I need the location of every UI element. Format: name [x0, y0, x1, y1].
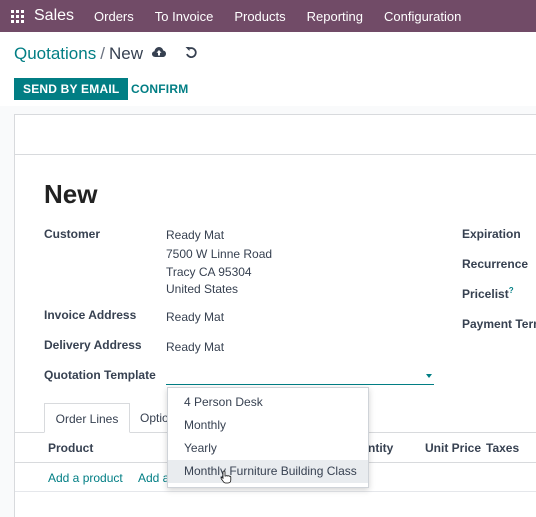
dropdown-caret-icon[interactable] [426, 374, 432, 378]
invoice-address-label: Invoice Address [44, 308, 137, 322]
menu-reporting[interactable]: Reporting [307, 9, 363, 24]
delivery-address-value[interactable]: Ready Mat [166, 340, 224, 354]
app-name[interactable]: Sales [34, 7, 74, 25]
discard-undo-icon[interactable] [184, 45, 198, 59]
breadcrumb-separator: / [100, 44, 105, 63]
customer-name[interactable]: Ready Mat [166, 228, 224, 242]
apps-grid-icon[interactable] [11, 9, 24, 23]
confirm-button[interactable]: CONFIRM [131, 78, 188, 100]
customer-address-line1: 7500 W Linne Road [166, 247, 273, 261]
cloud-upload-icon[interactable] [152, 46, 166, 58]
menu-orders[interactable]: Orders [94, 9, 134, 24]
menu-products[interactable]: Products [234, 9, 285, 24]
record-title: New [44, 179, 98, 209]
dropdown-option[interactable]: Monthly [168, 414, 368, 437]
col-product[interactable]: Product [48, 441, 93, 455]
quotation-template-label: Quotation Template [44, 368, 156, 382]
control-panel: Quotations / New [0, 32, 536, 76]
expiration-label: Expiration [462, 227, 521, 241]
customer-address-line3: United States [166, 282, 239, 296]
add-section-link[interactable]: Add a [138, 471, 169, 485]
help-tooltip-icon[interactable]: ? [509, 286, 514, 295]
top-navbar: Sales Orders To Invoice Products Reporti… [0, 0, 536, 32]
dropdown-option[interactable]: 4 Person Desk [168, 391, 368, 414]
col-taxes[interactable]: Taxes [486, 441, 519, 455]
action-buttons-bar: SEND BY EMAIL CONFIRM [0, 76, 536, 106]
col-unit-price[interactable]: Unit Price [425, 441, 481, 455]
add-product-link[interactable]: Add a product [48, 471, 123, 485]
hand-pointer-icon [220, 470, 232, 484]
dropdown-option-hovered[interactable]: Monthly Furniture Building Class [168, 460, 368, 483]
dropdown-option[interactable]: Yearly [168, 437, 368, 460]
customer-address-line2: Tracy CA 95304 [166, 265, 252, 279]
menu-configuration[interactable]: Configuration [384, 9, 461, 24]
pricelist-label: Pricelist? [462, 286, 514, 301]
quotation-template-underline [166, 384, 434, 385]
breadcrumb-current: New [108, 44, 143, 63]
recurrence-label: Recurrence [462, 257, 529, 271]
col-quantity[interactable]: ntity [368, 441, 393, 455]
template-dropdown-menu: 4 Person Desk Monthly Yearly Monthly Fur… [167, 387, 369, 488]
tab-order-lines[interactable]: Order Lines [44, 403, 130, 433]
customer-label: Customer [44, 227, 101, 241]
send-by-email-button[interactable]: SEND BY EMAIL [14, 78, 129, 100]
quotation-template-input[interactable] [166, 369, 416, 383]
breadcrumb: Quotations / New [14, 44, 143, 64]
pricelist-label-text: Pricelist [462, 287, 509, 301]
menu-to-invoice[interactable]: To Invoice [155, 9, 214, 24]
status-bar [15, 115, 536, 155]
invoice-address-value[interactable]: Ready Mat [166, 310, 224, 324]
breadcrumb-quotations-link[interactable]: Quotations [14, 44, 96, 63]
payment-terms-label: Payment Term [462, 317, 536, 331]
delivery-address-label: Delivery Address [44, 338, 142, 352]
